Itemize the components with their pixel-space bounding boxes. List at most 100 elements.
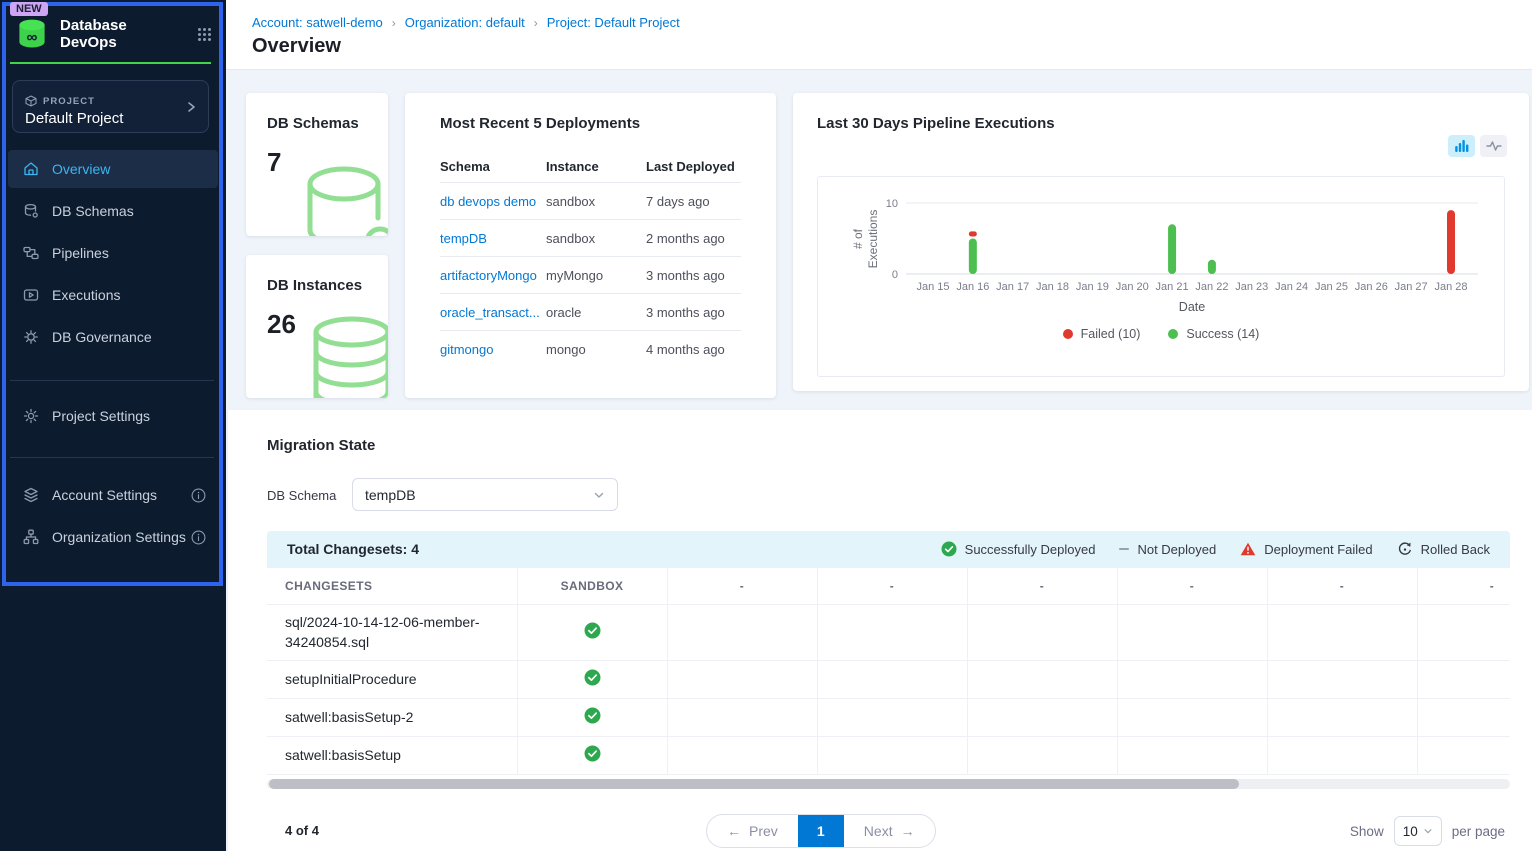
horizontal-scrollbar-track[interactable] [267, 779, 1510, 789]
deployment-schema-link[interactable]: artifactoryMongo [440, 268, 537, 283]
check-circle-icon [941, 541, 957, 557]
info-icon[interactable] [191, 530, 206, 545]
column-header: Instance [546, 159, 646, 174]
next-page-button[interactable]: Next → [844, 815, 935, 847]
deployment-instance: myMongo [546, 268, 646, 283]
empty-status-cell [1117, 605, 1267, 661]
empty-status-cell [1417, 737, 1510, 775]
deployments-table-header: Schema Instance Last Deployed [440, 151, 741, 183]
breadcrumb-project-link[interactable]: Project: Default Project [547, 15, 680, 30]
sidebar: NEW ∞ Database DevOps PROJECT Default Pr… [0, 0, 226, 851]
app-grid-icon[interactable] [197, 27, 212, 42]
deployment-schema-link[interactable]: tempDB [440, 231, 487, 246]
empty-status-cell [1117, 737, 1267, 775]
breadcrumb-organization-link[interactable]: Organization: default [405, 15, 525, 30]
svg-text:Jan 23: Jan 23 [1235, 281, 1268, 293]
empty-status-cell [817, 699, 967, 737]
page-size-select[interactable]: 10 [1394, 816, 1442, 846]
line-chart-toggle-button[interactable] [1480, 135, 1507, 157]
line-chart-icon [1486, 140, 1502, 152]
horizontal-scrollbar-thumb[interactable] [269, 779, 1239, 789]
home-icon [22, 160, 40, 178]
check-circle-icon [584, 622, 601, 639]
deployment-last-deployed: 3 months ago [646, 268, 741, 283]
column-header: - [1417, 568, 1510, 605]
deployment-last-deployed: 7 days ago [646, 194, 741, 209]
empty-status-cell [1117, 661, 1267, 699]
sandbox-status-cell [517, 737, 667, 775]
deployment-schema-link[interactable]: gitmongo [440, 342, 493, 357]
column-header: - [1117, 568, 1267, 605]
pipelines-icon [22, 244, 40, 262]
breadcrumb-account-link[interactable]: Account: satwell-demo [252, 15, 383, 30]
bar-chart-toggle-button[interactable] [1448, 135, 1475, 157]
empty-status-cell [1267, 661, 1417, 699]
empty-status-cell [1267, 605, 1417, 661]
check-circle-icon [584, 669, 601, 686]
column-header: - [817, 568, 967, 605]
svg-text:Jan 26: Jan 26 [1355, 281, 1388, 293]
deployment-instance: mongo [546, 342, 646, 357]
arrow-left-icon: ← [727, 823, 741, 839]
chart-title: Last 30 Days Pipeline Executions [817, 115, 1055, 132]
sidebar-item-db-schemas[interactable]: DB Schemas [8, 192, 218, 230]
sidebar-item-label: Pipelines [52, 245, 109, 261]
changesets-table: CHANGESETSSANDBOX------ sql/2024-10-14-1… [267, 567, 1510, 775]
svg-text:Executions: Executions [866, 210, 880, 269]
empty-status-cell [1267, 699, 1417, 737]
column-header: Schema [440, 159, 546, 174]
sidebar-item-project-settings[interactable]: Project Settings [8, 397, 218, 435]
recent-deployments-card: Most Recent 5 Deployments Schema Instanc… [405, 93, 776, 398]
svg-text:# of: # of [851, 228, 865, 249]
svg-text:Jan 19: Jan 19 [1076, 281, 1109, 293]
org-chart-icon [22, 528, 40, 546]
svg-text:Jan 16: Jan 16 [956, 281, 989, 293]
card-title: DB Schemas [267, 115, 359, 132]
page-size-value: 10 [1403, 824, 1418, 839]
new-badge: NEW [10, 2, 48, 16]
svg-text:0: 0 [892, 269, 898, 281]
arrow-right-icon: → [901, 823, 915, 839]
breadcrumb-separator: › [534, 16, 538, 30]
governance-gear-icon [22, 328, 40, 346]
svg-text:Jan 22: Jan 22 [1195, 281, 1228, 293]
sidebar-item-overview[interactable]: Overview [8, 150, 218, 188]
info-icon[interactable] [191, 488, 206, 503]
empty-status-cell [667, 661, 817, 699]
empty-status-cell [667, 737, 817, 775]
deployment-schema-link[interactable]: db devops demo [440, 194, 536, 209]
legend-rolled-back: Rolled Back [1397, 541, 1490, 557]
sidebar-item-label: DB Governance [52, 329, 152, 345]
deployment-schema-link[interactable]: oracle_transact... [440, 305, 540, 320]
sidebar-item-pipelines[interactable]: Pipelines [8, 234, 218, 272]
page-1-button[interactable]: 1 [798, 815, 844, 847]
deployment-row: db devops demosandbox7 days ago [440, 183, 741, 220]
project-selector[interactable]: PROJECT Default Project [12, 80, 209, 133]
prev-page-button[interactable]: ← Prev [707, 815, 798, 847]
legend-label: Successfully Deployed [965, 542, 1096, 557]
show-label: Show [1350, 824, 1384, 839]
breadcrumb: Account: satwell-demo › Organization: de… [252, 15, 680, 30]
changesets-table-body: sql/2024-10-14-12-06-member-34240854.sql… [267, 605, 1510, 775]
svg-text:Jan 18: Jan 18 [1036, 281, 1069, 293]
legend-success: Success (14) [1168, 327, 1259, 341]
empty-status-cell [1267, 737, 1417, 775]
db-schema-select[interactable]: tempDB [352, 478, 618, 511]
bar-chart-icon [1455, 140, 1469, 152]
deployment-instance: oracle [546, 305, 646, 320]
changeset-row: sql/2024-10-14-12-06-member-34240854.sql [267, 605, 1510, 661]
column-header: - [967, 568, 1117, 605]
changesets-table-container: CHANGESETSSANDBOX------ sql/2024-10-14-1… [267, 567, 1510, 777]
legend-label: Not Deployed [1137, 542, 1216, 557]
changesets-table-header-row: CHANGESETSSANDBOX------ [267, 568, 1510, 605]
sidebar-item-organization-settings[interactable]: Organization Settings [8, 518, 218, 556]
sidebar-item-executions[interactable]: Executions [8, 276, 218, 314]
deployment-last-deployed: 3 months ago [646, 305, 741, 320]
sidebar-item-account-settings[interactable]: Account Settings [8, 476, 218, 514]
sidebar-item-db-governance[interactable]: DB Governance [8, 318, 218, 356]
changeset-name: sql/2024-10-14-12-06-member-34240854.sql [267, 605, 517, 661]
empty-status-cell [1117, 699, 1267, 737]
deployment-instance: sandbox [546, 231, 646, 246]
sandbox-status-cell [517, 605, 667, 661]
legend-failed: Failed (10) [1063, 327, 1141, 341]
